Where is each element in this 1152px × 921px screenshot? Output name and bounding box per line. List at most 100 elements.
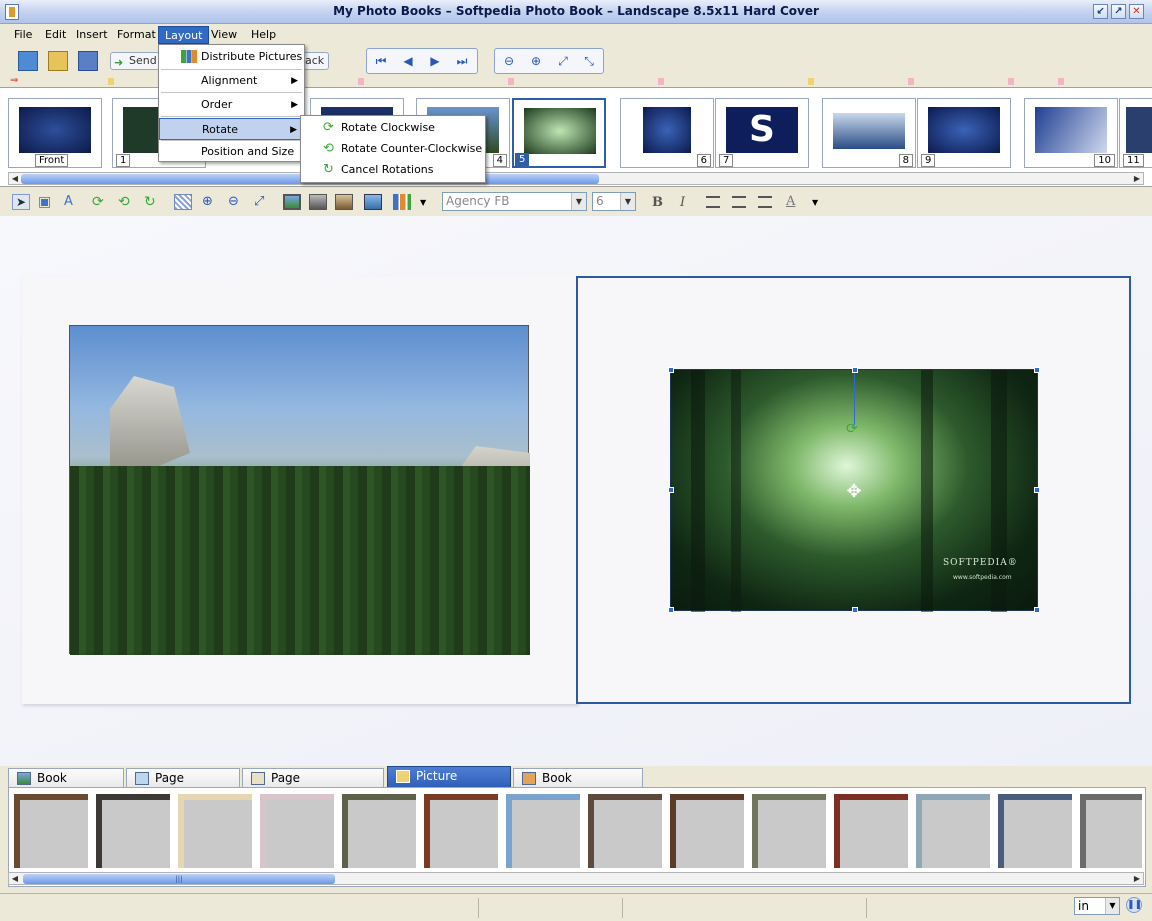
fit-tool-icon[interactable]: ⤢ xyxy=(254,194,272,210)
menu-edit[interactable]: Edit xyxy=(39,26,72,44)
scrollbar-thumb[interactable]: ||| xyxy=(23,874,335,884)
cancel-rotations-tool-icon[interactable]: ↻ xyxy=(144,194,162,210)
align-left-icon[interactable] xyxy=(706,196,720,208)
fit-page-icon[interactable]: ⤢ xyxy=(555,53,571,69)
menu-help[interactable]: Help xyxy=(245,26,282,44)
scroll-left-icon[interactable]: ◀ xyxy=(9,173,21,184)
menu-item-position-and-size[interactable]: Position and Size xyxy=(159,141,304,163)
scroll-right-icon[interactable]: ▶ xyxy=(1131,173,1143,184)
resize-handle[interactable] xyxy=(852,367,858,373)
menu-file[interactable]: File xyxy=(8,26,38,44)
menu-item-rotate-counter-clockwise[interactable]: ⟲ Rotate Counter-Clockwise xyxy=(301,138,485,159)
chart-dropdown-icon[interactable]: ▼ xyxy=(420,198,426,207)
insert-text-box-icon[interactable]: A xyxy=(64,194,82,210)
font-name-select[interactable]: Agency FB ▼ xyxy=(442,192,587,211)
border-swatch[interactable] xyxy=(14,794,88,868)
rotate-clockwise-tool-icon[interactable]: ⟳ xyxy=(92,194,110,210)
resize-handle[interactable] xyxy=(668,367,674,373)
bold-button[interactable]: B xyxy=(652,195,663,210)
open-book-icon[interactable] xyxy=(48,51,68,71)
mountain-forest-photo[interactable] xyxy=(69,325,530,655)
menu-item-rotate-clockwise[interactable]: ⟳ Rotate Clockwise xyxy=(301,117,485,138)
unit-select[interactable]: in ▼ xyxy=(1074,897,1120,915)
pause-icon[interactable]: ❚❚ xyxy=(1126,897,1142,913)
border-swatch[interactable] xyxy=(998,794,1072,868)
menu-layout[interactable]: Layout xyxy=(158,26,210,44)
last-page-icon[interactable]: ⏭ xyxy=(454,53,470,69)
thumbnail-page-6[interactable]: 6 xyxy=(620,98,714,168)
pattern-fill-icon[interactable] xyxy=(174,194,192,210)
fit-width-icon[interactable]: ⤡ xyxy=(581,53,597,69)
resize-handle[interactable] xyxy=(668,487,674,493)
thumbnail-scrollbar[interactable]: ◀ ▶ xyxy=(8,172,1144,185)
italic-button[interactable]: I xyxy=(680,195,685,210)
zoom-out-tool-icon[interactable]: ⊖ xyxy=(228,194,246,210)
resize-handle[interactable] xyxy=(1034,487,1040,493)
first-page-icon[interactable]: ⏮ xyxy=(373,53,389,69)
resize-handle[interactable] xyxy=(852,607,858,613)
rotate-counter-clockwise-tool-icon[interactable]: ⟲ xyxy=(118,194,136,210)
thumbnail-page-8[interactable]: 8 xyxy=(822,98,916,168)
tab-book-templates[interactable]: Book Templates xyxy=(513,768,643,804)
border-swatch[interactable] xyxy=(96,794,170,868)
thumbnail-front[interactable]: Front xyxy=(8,98,102,168)
menu-item-distribute-pictures[interactable]: Distribute Pictures xyxy=(159,46,304,68)
thumbnail-page-5[interactable]: 5 xyxy=(512,98,606,168)
right-page[interactable]: SOFTPEDIA® www.softpedia.com ⟳ ✥ xyxy=(576,276,1131,704)
rotation-handle-icon[interactable]: ⟳ xyxy=(846,422,862,436)
left-page[interactable] xyxy=(22,276,578,704)
image-mode-sepia-icon[interactable] xyxy=(335,194,353,210)
tab-picture-borders[interactable]: Picture Borders xyxy=(387,766,511,802)
back-button[interactable]: ack xyxy=(302,52,329,70)
menu-format[interactable]: Format xyxy=(111,26,162,44)
tab-page-backgrounds[interactable]: Page Backgrounds xyxy=(242,768,384,804)
new-book-icon[interactable] xyxy=(18,51,38,71)
tab-page-layouts[interactable]: Page Layouts xyxy=(126,768,240,804)
border-swatch[interactable] xyxy=(1080,794,1142,868)
border-swatch[interactable] xyxy=(506,794,580,868)
menu-item-alignment[interactable]: Alignment ▶ xyxy=(159,70,304,92)
border-swatch[interactable] xyxy=(670,794,744,868)
resize-handle[interactable] xyxy=(1034,607,1040,613)
menu-view[interactable]: View xyxy=(205,26,243,44)
thumbnail-page-9[interactable]: 9 xyxy=(917,98,1011,168)
insert-image-icon[interactable] xyxy=(364,194,382,210)
move-cursor-icon[interactable]: ✥ xyxy=(842,480,866,504)
font-color-button[interactable]: A xyxy=(786,194,795,209)
font-color-dropdown-icon[interactable]: ▼ xyxy=(812,198,818,207)
border-swatch[interactable] xyxy=(588,794,662,868)
align-right-icon[interactable] xyxy=(758,196,772,208)
resize-handle[interactable] xyxy=(668,607,674,613)
close-button[interactable]: ✕ xyxy=(1129,4,1144,19)
menu-insert[interactable]: Insert xyxy=(70,26,114,44)
image-mode-grayscale-icon[interactable] xyxy=(309,194,327,210)
maximize-button[interactable]: ↗ xyxy=(1111,4,1126,19)
border-swatch[interactable] xyxy=(342,794,416,868)
save-icon[interactable] xyxy=(78,51,98,71)
next-page-icon[interactable]: ▶ xyxy=(427,53,443,69)
thumbnail-page-7[interactable]: S 7 xyxy=(715,98,809,168)
border-swatch[interactable] xyxy=(178,794,252,868)
insert-picture-box-icon[interactable]: ▣ xyxy=(38,194,56,210)
borders-scrollbar[interactable]: ◀ ||| ▶ xyxy=(8,872,1144,885)
border-swatch[interactable] xyxy=(834,794,908,868)
border-swatch[interactable] xyxy=(916,794,990,868)
zoom-in-tool-icon[interactable]: ⊕ xyxy=(202,194,220,210)
thumbnail-page-11[interactable]: 11 xyxy=(1119,98,1152,168)
scroll-left-icon[interactable]: ◀ xyxy=(9,873,21,884)
tab-book-pictures[interactable]: Book Pictures xyxy=(8,768,124,804)
chart-tool-icon[interactable] xyxy=(393,194,411,210)
minimize-button[interactable]: ↙ xyxy=(1093,4,1108,19)
zoom-out-icon[interactable]: ⊖ xyxy=(501,53,517,69)
menu-item-cancel-rotations[interactable]: ↻ Cancel Rotations xyxy=(301,159,485,180)
image-mode-color-icon[interactable] xyxy=(283,194,301,210)
border-swatch[interactable] xyxy=(260,794,334,868)
font-size-select[interactable]: 6 ▼ xyxy=(592,192,636,211)
send-button[interactable]: ➜ Send xyxy=(110,52,160,70)
menu-item-order[interactable]: Order ▶ xyxy=(159,94,304,116)
zoom-in-icon[interactable]: ⊕ xyxy=(528,53,544,69)
border-swatch[interactable] xyxy=(752,794,826,868)
align-center-icon[interactable] xyxy=(732,196,746,208)
select-pointer-icon[interactable]: ➤ xyxy=(12,194,30,210)
resize-handle[interactable] xyxy=(1034,367,1040,373)
